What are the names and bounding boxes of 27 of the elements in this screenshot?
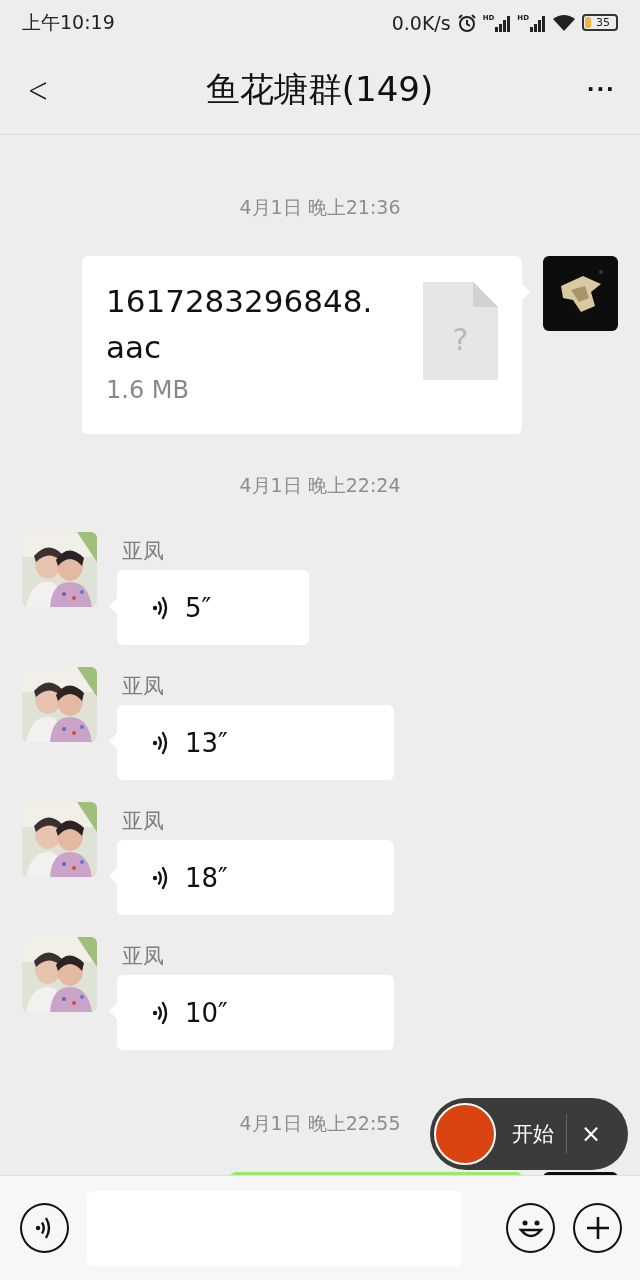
wifi-icon [552,13,576,32]
alarm-icon [456,12,477,33]
unknown-file-icon: ? [423,282,498,380]
start-button[interactable]: 开始 [512,1120,554,1148]
status-time: 上午10:19 [22,9,115,35]
record-button[interactable] [434,1103,496,1165]
signal-icon [495,13,512,32]
network-speed: 0.0K/s [391,11,451,34]
battery-icon: 35 [582,14,618,31]
sender-name: 亚凤 [122,944,165,968]
timestamp: 4月1日 晚上22:24 [239,473,401,497]
chat-title: 鱼花塘群(149) [204,67,435,111]
emoji-button[interactable] [506,1203,556,1253]
sender-name: 亚凤 [122,809,165,833]
add-button[interactable] [573,1203,622,1253]
sender-name: 亚凤 [122,539,165,563]
close-button[interactable]: × [581,1120,602,1148]
file-name: 1617283296848.aac [106,282,374,367]
file-size: 1.6 MB [106,376,190,404]
back-button[interactable]: < [24,69,52,110]
voice-input-button[interactable] [20,1203,69,1253]
sender-name: 亚凤 [122,674,165,698]
timestamp: 4月1日 晚上21:36 [239,195,401,219]
more-button[interactable]: ··· [581,74,622,105]
signal-icon [530,13,546,32]
timestamp: 4月1日 晚上22:55 [239,1111,401,1135]
plus-icon [584,1215,611,1241]
